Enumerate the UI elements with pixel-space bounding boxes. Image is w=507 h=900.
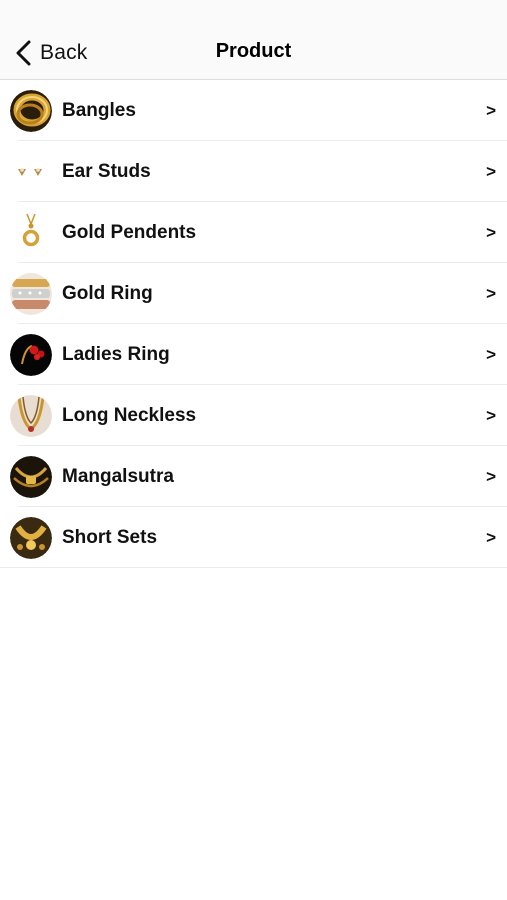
gold-ring-icon [10, 272, 52, 315]
list-item-label: Gold Pendents [62, 221, 197, 243]
list-item-gold-pendents[interactable]: Gold Pendents > [0, 202, 507, 263]
list-item-long-neckless[interactable]: Long Neckless > [0, 385, 507, 446]
chevron-right-icon: > [486, 405, 496, 425]
list-item-mangalsutra[interactable]: Mangalsutra > [0, 446, 507, 507]
page-title: Product [215, 40, 292, 62]
list-item-bangles[interactable]: Bangles > [0, 80, 507, 141]
chevron-right-icon: > [486, 527, 496, 547]
list-item-ear-studs[interactable]: Ear Studs > [0, 141, 507, 202]
list-item-short-sets[interactable]: Short Sets > [0, 507, 507, 568]
chevron-right-icon: > [486, 283, 496, 303]
product-screen: Back Product Bangles > Ear Studs > Gold … [0, 0, 507, 900]
long-necklace-icon [10, 394, 52, 437]
list-item-ladies-ring[interactable]: Ladies Ring > [0, 324, 507, 385]
chevron-right-icon: > [486, 222, 496, 242]
chevron-right-icon: > [486, 161, 496, 181]
mangalsutra-icon [10, 455, 52, 498]
list-item-label: Gold Ring [62, 282, 153, 304]
list-item-label: Short Sets [62, 526, 158, 548]
chevron-right-icon: > [486, 466, 496, 486]
list-item-label: Ear Studs [62, 160, 151, 182]
chevron-right-icon: > [486, 344, 496, 364]
list-item-gold-ring[interactable]: Gold Ring > [0, 263, 507, 324]
chevron-right-icon: > [486, 100, 496, 120]
navigation-bar: Back Product [0, 0, 507, 80]
ladies-ring-icon [10, 333, 52, 376]
list-item-label: Mangalsutra [62, 465, 174, 487]
bangles-icon [10, 89, 52, 132]
ear-studs-icon [10, 150, 52, 193]
short-sets-icon [10, 516, 52, 559]
gold-pendant-icon [10, 211, 52, 254]
list-item-label: Ladies Ring [62, 343, 170, 365]
list-item-label: Long Neckless [62, 404, 197, 426]
list-item-label: Bangles [62, 99, 136, 121]
product-list: Bangles > Ear Studs > Gold Pendents > Go… [0, 80, 507, 568]
